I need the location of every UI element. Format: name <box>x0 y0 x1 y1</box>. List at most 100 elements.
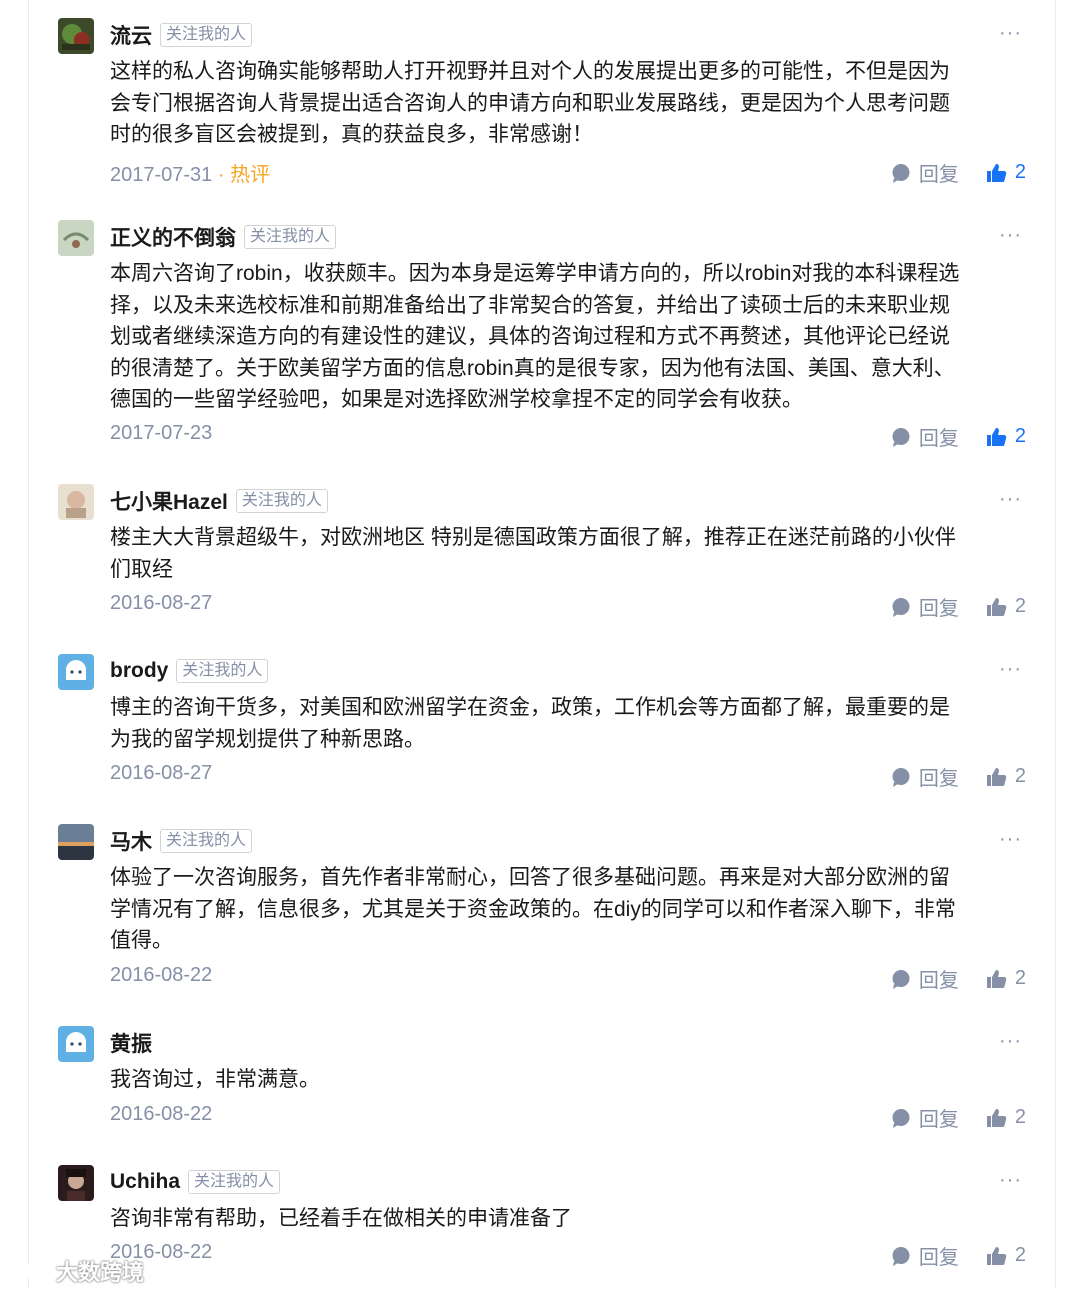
comment-actions: 回复 2 <box>890 422 1026 451</box>
thumbs-up-icon <box>986 969 1007 988</box>
comment-bubble-icon <box>892 427 910 447</box>
like-button[interactable]: 2 <box>985 1244 1026 1267</box>
date-text: 2016-08-27 <box>110 762 213 784</box>
like-button[interactable]: 2 <box>985 765 1026 788</box>
comment-item: 马木 关注我的人 ··· 体验了一次咨询服务，首先作者非常耐心，回答了很多基础问… <box>58 824 1030 996</box>
comment-actions: 回复 2 <box>890 158 1026 187</box>
reply-label: 回复 <box>918 1109 959 1131</box>
avatar[interactable] <box>58 824 94 860</box>
comment-actions: 回复 2 <box>890 762 1026 791</box>
comment-date: 2017-07-31 · 热评 <box>110 158 270 187</box>
comment-bubble-icon <box>892 969 910 989</box>
author-name[interactable]: 黄振 <box>110 1028 152 1058</box>
reply-label: 回复 <box>918 970 959 992</box>
comment-item: Uchiha 关注我的人 ··· 咨询非常有帮助，已经着手在做相关的申请准备了 … <box>58 1165 1030 1273</box>
hot-label: · 热评 <box>212 164 271 186</box>
comment-bubble-icon <box>892 597 910 617</box>
author-name[interactable]: brody <box>110 659 168 683</box>
comment-item: 流云 关注我的人 ··· 这样的私人咨询确实能够帮助人打开视野并且对个人的发展提… <box>58 18 1030 193</box>
avatar[interactable] <box>58 1165 94 1201</box>
like-count: 2 <box>1014 765 1026 787</box>
date-text: 2017-07-31 <box>110 164 213 186</box>
reply-button[interactable]: 回复 <box>890 1103 959 1132</box>
date-text: 2016-08-22 <box>110 964 213 986</box>
comment-text: 本周六咨询了robin，收获颇丰。因为本身是运筹学申请方向的，所以robin对我… <box>110 262 960 411</box>
watermark: 大数跨境 <box>10 1255 144 1287</box>
reply-label: 回复 <box>918 428 959 450</box>
date-text: 2016-08-22 <box>110 1103 213 1125</box>
comment-text: 体验了一次咨询服务，首先作者非常耐心，回答了很多基础问题。再来是对大部分欧洲的留… <box>110 866 956 952</box>
follower-badge: 关注我的人 <box>188 1170 281 1194</box>
follower-badge: 关注我的人 <box>235 489 328 513</box>
like-count: 2 <box>1014 595 1026 617</box>
comment-date: 2016-08-22 <box>110 1103 212 1126</box>
more-options-icon[interactable]: ··· <box>999 658 1022 681</box>
comment-item: 正义的不倒翁 关注我的人 ··· 本周六咨询了robin，收获颇丰。因为本身是运… <box>58 220 1030 458</box>
like-count: 2 <box>1014 161 1026 183</box>
like-button[interactable]: 2 <box>985 1106 1026 1129</box>
comment-actions: 回复 2 <box>890 592 1026 621</box>
thumbs-up-icon <box>986 163 1007 182</box>
author-name[interactable]: 流云 <box>110 20 152 50</box>
comment-text: 我咨询过，非常满意。 <box>110 1068 320 1091</box>
date-text: 2017-07-23 <box>110 422 213 444</box>
comment-bubble-icon <box>892 1246 910 1266</box>
reply-label: 回复 <box>918 598 959 620</box>
comment-actions: 回复 2 <box>890 1241 1026 1270</box>
reply-button[interactable]: 回复 <box>890 158 959 187</box>
follower-badge: 关注我的人 <box>160 23 253 47</box>
more-options-icon[interactable]: ··· <box>999 488 1022 511</box>
like-button[interactable]: 2 <box>985 595 1026 618</box>
author-name[interactable]: 马木 <box>110 826 152 856</box>
comment-bubble-icon <box>892 1108 910 1128</box>
reply-label: 回复 <box>918 768 959 790</box>
more-options-icon[interactable]: ··· <box>999 828 1022 851</box>
comment-bubble-icon <box>892 163 910 183</box>
left-border <box>28 0 29 1289</box>
more-options-icon[interactable]: ··· <box>999 1169 1022 1192</box>
comment-text: 博主的咨询干货多，对美国和欧洲留学在资金，政策，工作机会等方面都了解，最重要的是… <box>110 696 950 751</box>
follower-badge: 关注我的人 <box>160 829 253 853</box>
reply-button[interactable]: 回复 <box>890 1241 959 1270</box>
more-options-icon[interactable]: ··· <box>999 224 1022 247</box>
thumbs-up-icon <box>986 1108 1007 1127</box>
thumbs-up-icon <box>986 427 1007 446</box>
like-button[interactable]: 2 <box>985 425 1026 448</box>
avatar[interactable] <box>58 18 94 54</box>
watermark-logo-icon <box>11 1261 48 1281</box>
follower-badge: 关注我的人 <box>244 225 337 249</box>
avatar[interactable] <box>58 484 94 520</box>
comment-text: 咨询非常有帮助，已经着手在做相关的申请准备了 <box>110 1207 572 1230</box>
avatar[interactable] <box>58 654 94 690</box>
author-name[interactable]: 七小果Hazel <box>110 486 228 516</box>
more-options-icon[interactable]: ··· <box>999 22 1022 45</box>
like-button[interactable]: 2 <box>985 967 1026 990</box>
right-border <box>1055 0 1056 1289</box>
reply-button[interactable]: 回复 <box>890 422 959 451</box>
like-count: 2 <box>1014 967 1026 989</box>
like-count: 2 <box>1014 1244 1026 1266</box>
date-text: 2016-08-27 <box>110 592 213 614</box>
comment-item: brody 关注我的人 ··· 博主的咨询干货多，对美国和欧洲留学在资金，政策，… <box>58 654 1030 794</box>
author-name[interactable]: 正义的不倒翁 <box>110 222 236 252</box>
reply-button[interactable]: 回复 <box>890 762 959 791</box>
reply-button[interactable]: 回复 <box>890 592 959 621</box>
comment-date: 2016-08-27 <box>110 592 212 615</box>
more-options-icon[interactable]: ··· <box>999 1030 1022 1053</box>
like-button[interactable]: 2 <box>985 161 1026 184</box>
follower-badge: 关注我的人 <box>176 659 269 683</box>
avatar[interactable] <box>58 1026 94 1062</box>
author-name[interactable]: Uchiha <box>110 1170 180 1194</box>
thumbs-up-icon <box>986 597 1007 616</box>
like-count: 2 <box>1014 1106 1026 1128</box>
comment-item: 七小果Hazel 关注我的人 ··· 楼主大大背景超级牛，对欧洲地区 特别是德国… <box>58 484 1030 624</box>
comment-bubble-icon <box>892 767 910 787</box>
like-count: 2 <box>1014 425 1026 447</box>
watermark-text: 大数跨境 <box>56 1260 145 1285</box>
comment-text: 楼主大大背景超级牛，对欧洲地区 特别是德国政策方面很了解，推荐正在迷茫前路的小伙… <box>110 526 956 581</box>
comment-actions: 回复 2 <box>890 964 1026 993</box>
reply-label: 回复 <box>918 1247 959 1269</box>
avatar[interactable] <box>58 220 94 256</box>
reply-button[interactable]: 回复 <box>890 964 959 993</box>
comment-date: 2017-07-23 <box>110 422 212 445</box>
